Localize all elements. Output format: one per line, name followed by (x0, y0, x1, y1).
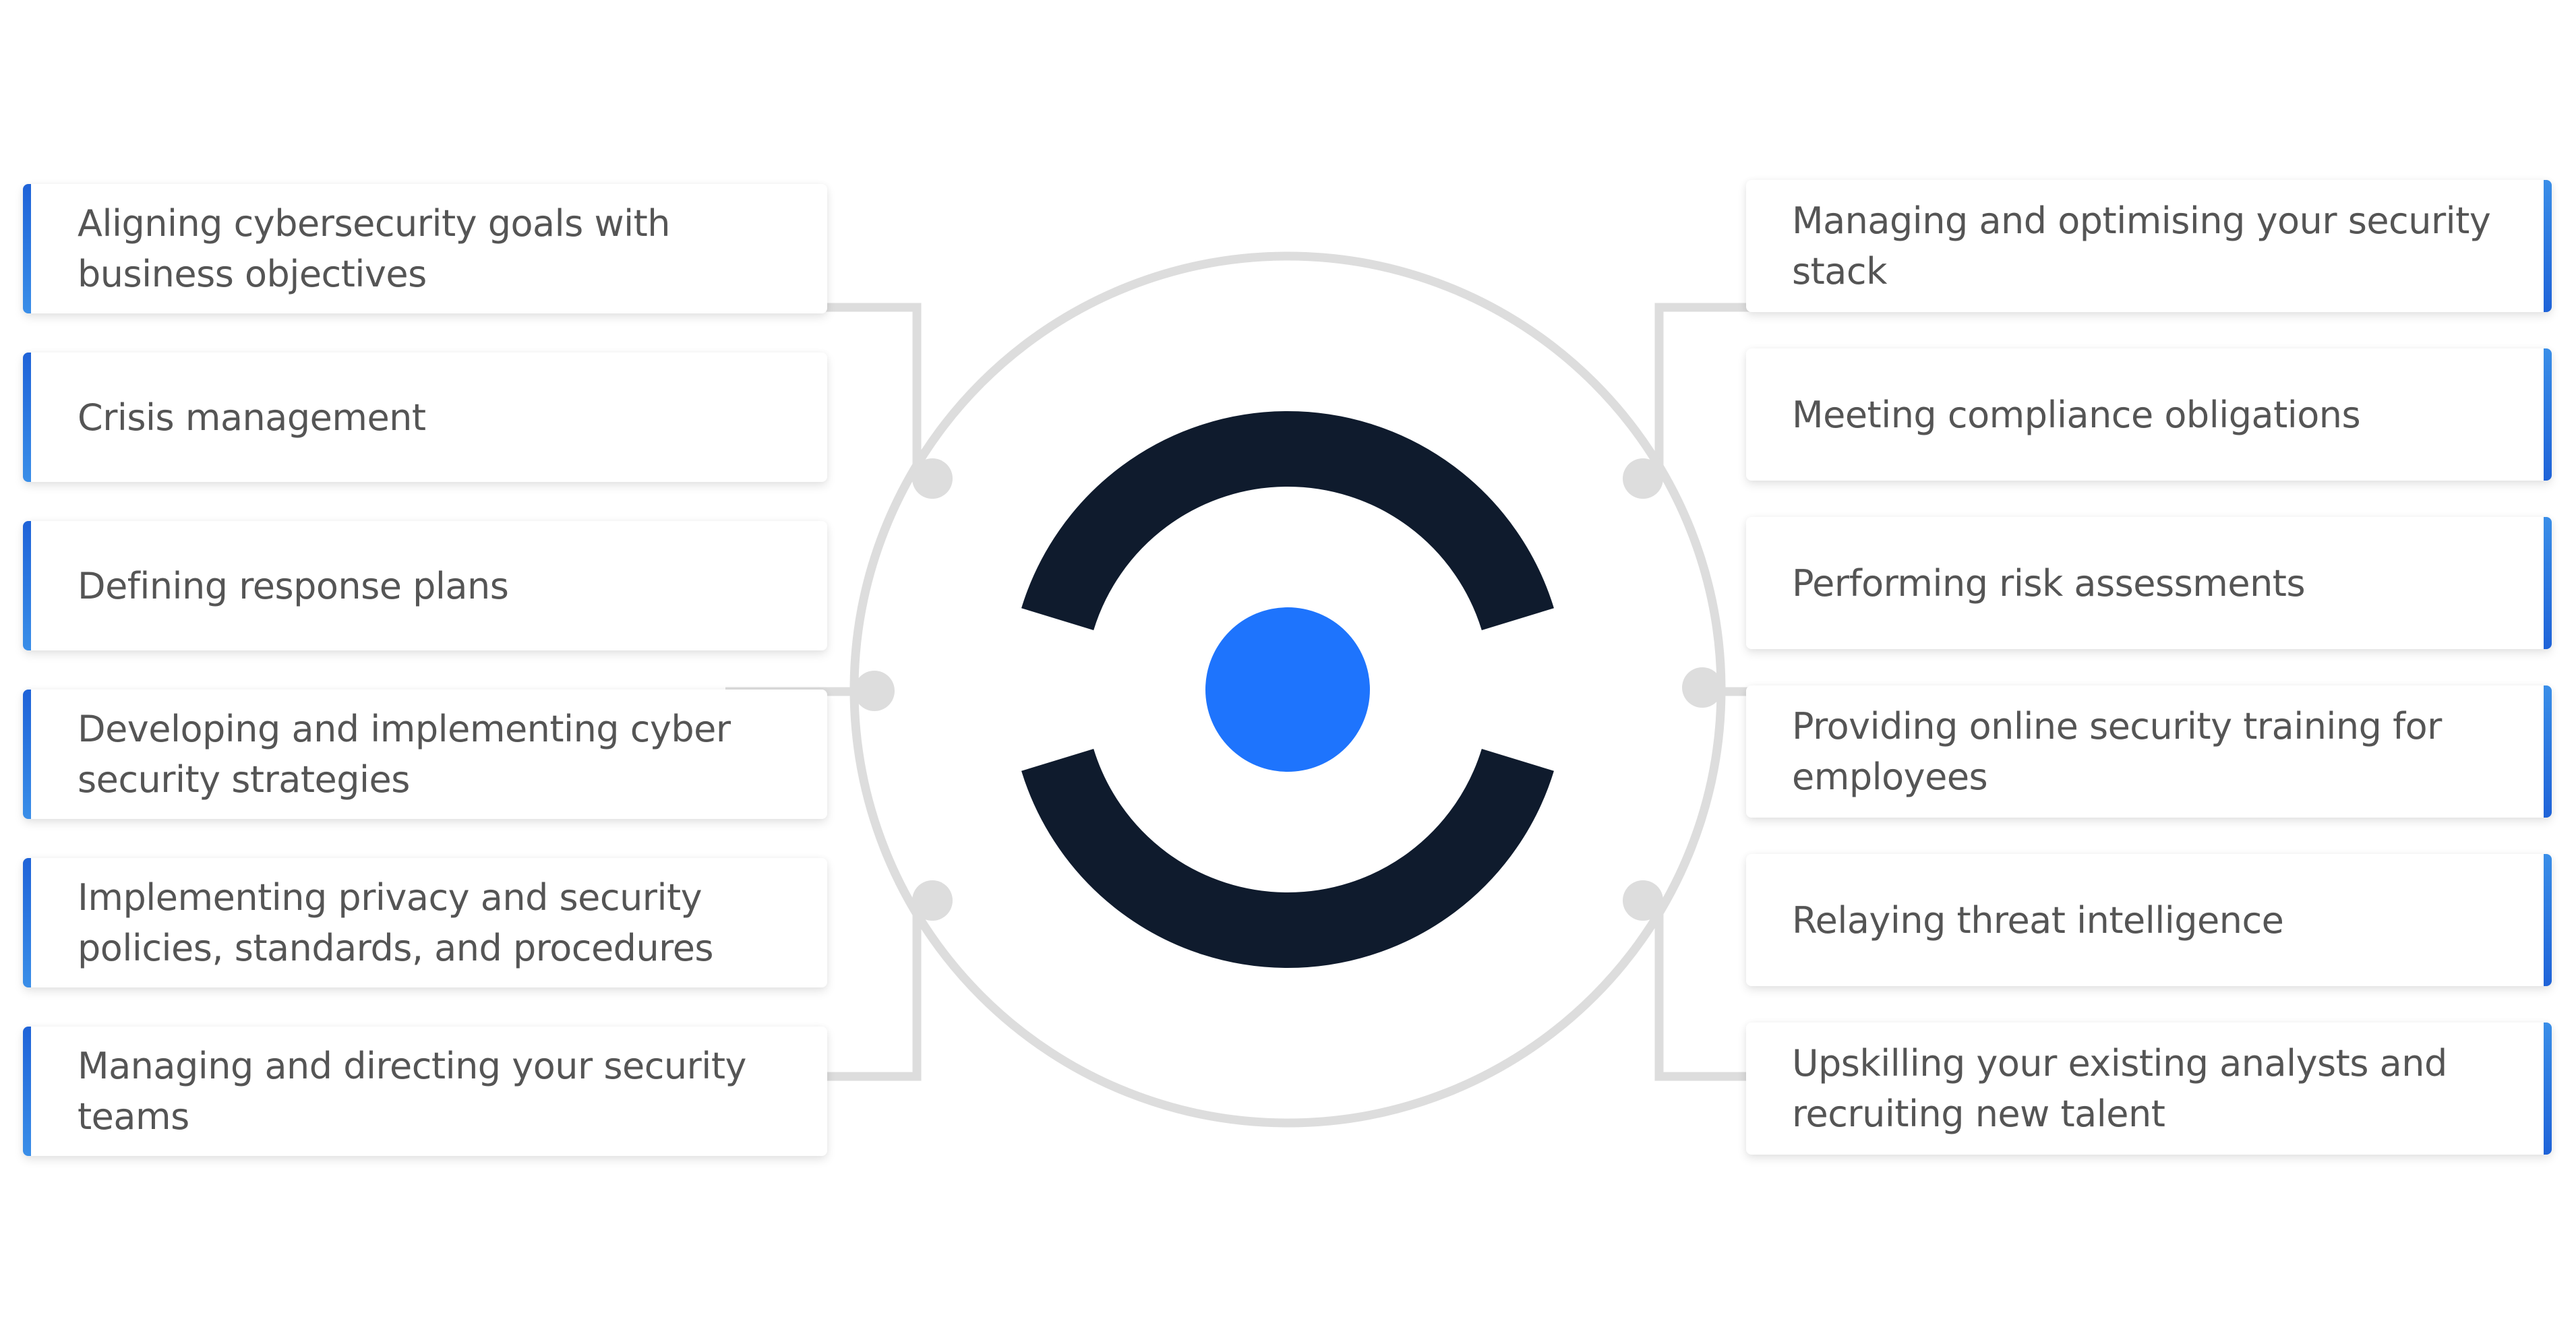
node-top-left (912, 458, 953, 499)
left-card-1: Aligning cybersecurity goals with busine… (23, 184, 827, 313)
card-label: Providing online security training for e… (1792, 705, 2442, 798)
card-label: Performing risk assessments (1792, 561, 2306, 605)
left-card-6: Managing and directing your security tea… (23, 1027, 827, 1156)
card-label: Crisis management (78, 396, 426, 439)
card-accent-bar (23, 521, 31, 650)
card-accent-bar (2544, 180, 2552, 312)
card-label: Implementing privacy and security polici… (78, 876, 714, 969)
card-label: Developing and implementing cyber securi… (78, 708, 731, 801)
logo-arc-top (1021, 411, 1554, 631)
right-card-6: Upskilling your existing analysts and re… (1746, 1023, 2552, 1155)
right-card-1: Managing and optimising your security st… (1746, 180, 2552, 312)
eye-logo-icon (1021, 411, 1554, 968)
card-label: Defining response plans (78, 564, 509, 607)
card-label: Managing and optimising your security st… (1792, 200, 2491, 293)
card-accent-bar (2544, 1023, 2552, 1155)
card-accent-bar (23, 184, 31, 313)
left-card-3: Defining response plans (23, 521, 827, 650)
left-card-4: Developing and implementing cyber securi… (23, 690, 827, 819)
logo-pupil (1205, 607, 1370, 772)
card-accent-bar (2544, 348, 2552, 481)
card-accent-bar (23, 1027, 31, 1156)
card-accent-bar (23, 858, 31, 987)
node-middle-right (1682, 667, 1723, 708)
card-label: Aligning cybersecurity goals with busine… (78, 202, 671, 295)
node-bottom-right (1623, 880, 1663, 921)
left-card-2: Crisis management (23, 353, 827, 482)
card-label: Meeting compliance obligations (1792, 393, 2361, 436)
right-card-4: Providing online security training for e… (1746, 685, 2552, 818)
right-card-5: Relaying threat intelligence (1746, 854, 2552, 986)
card-accent-bar (2544, 685, 2552, 818)
node-bottom-left (912, 880, 953, 921)
card-label: Upskilling your existing analysts and re… (1792, 1042, 2447, 1135)
card-label: Managing and directing your security tea… (78, 1045, 746, 1138)
card-accent-bar (2544, 517, 2552, 649)
card-label: Relaying threat intelligence (1792, 898, 2284, 942)
card-accent-bar (23, 353, 31, 482)
card-accent-bar (23, 690, 31, 819)
card-accent-bar (2544, 854, 2552, 986)
left-card-5: Implementing privacy and security polici… (23, 858, 827, 987)
right-card-2: Meeting compliance obligations (1746, 348, 2552, 481)
node-middle-left (854, 671, 895, 711)
logo-arc-bottom (1021, 748, 1554, 968)
right-card-3: Performing risk assessments (1746, 517, 2552, 649)
node-top-right (1623, 458, 1663, 499)
